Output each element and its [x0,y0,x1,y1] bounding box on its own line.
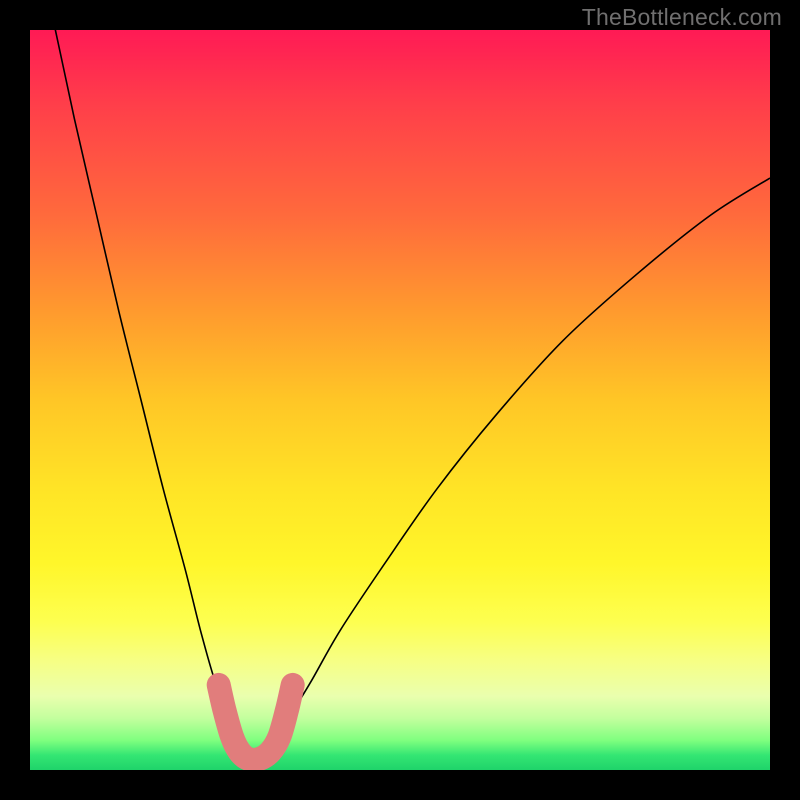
plot-area [30,30,770,770]
watermark-text: TheBottleneck.com [582,4,782,31]
bottleneck-curve [30,30,770,760]
chart-svg [30,30,770,770]
highlight-segment [219,685,293,760]
outer-frame: TheBottleneck.com [0,0,800,800]
